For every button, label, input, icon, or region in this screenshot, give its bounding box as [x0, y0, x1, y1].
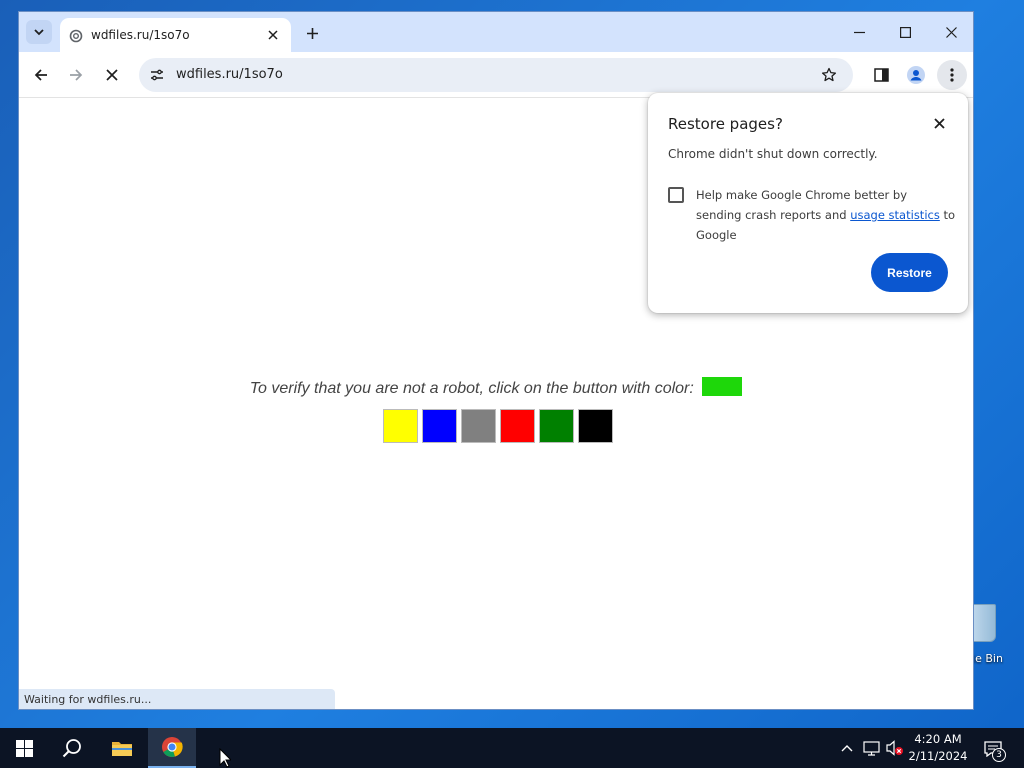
chrome-menu-button[interactable] [937, 60, 967, 90]
new-tab-button[interactable] [301, 22, 323, 44]
restore-pages-dialog: Restore pages? Chrome didn't shut down c… [648, 93, 968, 313]
side-panel-button[interactable] [866, 60, 896, 90]
captcha-prompt-text: To verify that you are not a robot, clic… [249, 380, 694, 397]
taskbar: 4:20 AM 2/11/2024 3 [0, 728, 1024, 768]
chrome-icon [162, 737, 183, 757]
notification-count-badge: 3 [992, 748, 1006, 762]
tab-title: wdfiles.ru/1so7o [91, 28, 190, 42]
dialog-title: Restore pages? [668, 115, 783, 133]
chrome-taskbar-button[interactable] [148, 728, 196, 768]
loading-favicon-icon [69, 29, 83, 46]
plus-icon [306, 27, 318, 39]
volume-tray-button[interactable] [886, 739, 904, 757]
tab-active[interactable]: wdfiles.ru/1so7o [60, 18, 291, 52]
taskbar-clock[interactable]: 4:20 AM 2/11/2024 [906, 731, 970, 765]
more-vert-icon [950, 68, 954, 82]
back-button[interactable] [26, 60, 56, 90]
bookmark-star-icon[interactable] [819, 65, 839, 85]
mouse-cursor-icon [219, 748, 231, 768]
clock-time: 4:20 AM [914, 732, 962, 746]
clock-date: 2/11/2024 [908, 749, 968, 763]
close-window-button[interactable] [928, 18, 973, 46]
stop-loading-button[interactable] [97, 60, 127, 90]
minimize-button[interactable] [836, 18, 882, 46]
search-button[interactable] [48, 728, 96, 768]
crash-report-label: Help make Google Chrome better by sendin… [696, 185, 956, 245]
color-button-green[interactable] [539, 409, 574, 443]
network-tray-button[interactable] [862, 739, 880, 757]
status-bubble: Waiting for wdfiles.ru... [19, 689, 335, 709]
close-icon [945, 26, 957, 38]
action-center-button[interactable]: 3 [980, 736, 1006, 762]
avatar-icon [907, 66, 925, 84]
dialog-close-button[interactable] [929, 113, 949, 133]
arrow-left-icon [34, 69, 47, 81]
profile-button[interactable] [901, 60, 931, 90]
folder-icon [112, 742, 132, 756]
color-button-blue[interactable] [422, 409, 457, 443]
file-explorer-button[interactable] [98, 728, 146, 768]
browser-toolbar: wdfiles.ru/1so7o [19, 52, 973, 98]
color-button-red[interactable] [500, 409, 535, 443]
color-button-black[interactable] [578, 409, 613, 443]
stop-x-icon [106, 69, 118, 81]
chevron-down-icon [34, 29, 44, 36]
search-icon [62, 739, 81, 758]
close-icon [933, 117, 945, 129]
maximize-icon [899, 26, 911, 38]
color-button-gray[interactable] [461, 409, 496, 443]
minimize-icon [853, 31, 865, 33]
forward-button[interactable] [61, 60, 91, 90]
color-button-row [383, 409, 613, 443]
windows-logo-icon [15, 739, 33, 757]
arrow-right-icon [70, 69, 83, 81]
target-color-swatch [702, 377, 743, 396]
start-button[interactable] [0, 728, 48, 768]
site-settings-icon[interactable] [147, 65, 167, 85]
side-panel-icon [873, 68, 889, 82]
volume-muted-icon [886, 740, 903, 756]
show-hidden-icons-button[interactable] [838, 739, 856, 757]
captcha-prompt: To verify that you are not a robot, clic… [19, 377, 973, 398]
maximize-button[interactable] [882, 18, 928, 46]
usage-statistics-link[interactable]: usage statistics [850, 208, 940, 222]
url-text[interactable]: wdfiles.ru/1so7o [176, 67, 283, 82]
address-bar[interactable]: wdfiles.ru/1so7o [139, 58, 853, 92]
chevron-up-icon [841, 745, 853, 752]
restore-button[interactable]: Restore [871, 253, 948, 292]
tab-search-button[interactable] [26, 20, 52, 44]
tab-strip: wdfiles.ru/1so7o [19, 12, 973, 52]
dialog-message: Chrome didn't shut down correctly. [668, 147, 878, 161]
crash-report-checkbox[interactable] [668, 187, 684, 203]
color-button-yellow[interactable] [383, 409, 418, 443]
network-icon [862, 740, 880, 756]
recycle-bin-icon[interactable]: cle Bin [966, 600, 1024, 670]
tab-close-icon[interactable] [264, 26, 282, 44]
